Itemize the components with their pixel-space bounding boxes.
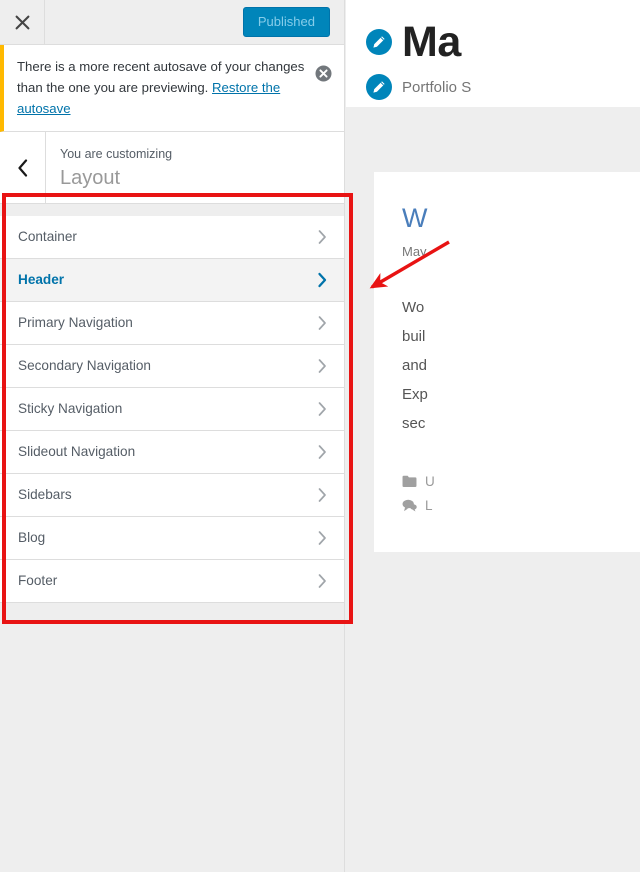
panel-eyebrow: You are customizing [60, 147, 173, 161]
panel-header: You are customizing Layout [0, 132, 344, 204]
chevron-right-icon [318, 316, 326, 330]
chevron-right-icon [318, 230, 326, 244]
edit-pencil-icon-site-title[interactable] [366, 29, 392, 55]
preview-excerpt-line: buil [402, 328, 426, 345]
panel-title-block: You are customizing Layout [46, 132, 344, 203]
autosave-notice: There is a more recent autosave of your … [0, 45, 344, 132]
preview-post-excerpt: Wo buil and Exp sec [402, 293, 640, 438]
preview-title-row: Ma [366, 18, 640, 66]
section-item-label: Header [18, 272, 65, 287]
customizer-section-list: Container Header Primary Navigation Seconda… [0, 204, 344, 603]
section-item-sticky-navigation[interactable]: Sticky Navigation [0, 388, 344, 431]
site-preview: Ma Portfolio S W May Wo buil and Exp sec [346, 0, 640, 872]
chevron-right-icon [318, 272, 327, 288]
preview-post-title[interactable]: W [402, 202, 640, 234]
preview-excerpt-line: and [402, 357, 428, 374]
section-list-footer [0, 603, 344, 635]
preview-site-header: Ma Portfolio S [346, 0, 640, 107]
customizer-sidebar: Published There is a more recent autosav… [0, 0, 345, 872]
section-item-label: Blog [18, 530, 46, 545]
section-item-label: Primary Navigation [18, 315, 133, 330]
section-item-label: Secondary Navigation [18, 358, 151, 373]
preview-excerpt-line: Wo [402, 299, 425, 316]
close-icon[interactable] [0, 0, 45, 44]
folder-icon [402, 475, 417, 487]
preview-post-category: U [402, 474, 640, 489]
autosave-notice-text: There is a more recent autosave of your … [17, 56, 310, 119]
section-item-footer[interactable]: Footer [0, 560, 344, 603]
chevron-right-icon [318, 574, 326, 588]
preview-body: W May Wo buil and Exp sec U L [346, 107, 640, 872]
preview-excerpt-line: Exp [402, 386, 428, 403]
dismiss-notice-icon[interactable] [315, 65, 332, 82]
section-item-header[interactable]: Header [0, 259, 344, 302]
preview-post-comments: L [402, 498, 640, 513]
section-item-blog[interactable]: Blog [0, 517, 344, 560]
section-item-secondary-navigation[interactable]: Secondary Navigation [0, 345, 344, 388]
preview-site-title: Ma [402, 18, 461, 66]
comment-icon [402, 499, 417, 512]
section-item-primary-navigation[interactable]: Primary Navigation [0, 302, 344, 345]
section-item-container[interactable]: Container [0, 216, 344, 259]
section-item-label: Container [18, 229, 77, 244]
section-item-sidebars[interactable]: Sidebars [0, 474, 344, 517]
section-item-label: Sidebars [18, 487, 72, 502]
preview-post-meta: U L [402, 474, 640, 513]
preview-post-comments-label[interactable]: L [425, 498, 433, 513]
preview-post-category-label[interactable]: U [425, 474, 435, 489]
chevron-right-icon [318, 402, 326, 416]
publish-button[interactable]: Published [242, 7, 330, 37]
page-title: Layout [60, 167, 121, 189]
chevron-right-icon [318, 359, 326, 373]
section-item-label: Slideout Navigation [18, 444, 136, 459]
preview-tagline: Portfolio S [402, 78, 472, 96]
section-item-slideout-navigation[interactable]: Slideout Navigation [0, 431, 344, 474]
chevron-right-icon [318, 488, 326, 502]
back-chevron-icon[interactable] [0, 132, 46, 203]
preview-post-card: W May Wo buil and Exp sec U L [374, 172, 640, 552]
customizer-screen: Published There is a more recent autosav… [0, 0, 640, 872]
customizer-topbar: Published [0, 0, 344, 45]
section-item-label: Footer [18, 573, 58, 588]
preview-post-date: May [402, 244, 427, 259]
edit-pencil-icon-tagline[interactable] [366, 74, 392, 100]
preview-excerpt-line: sec [402, 415, 426, 432]
preview-tagline-row: Portfolio S [366, 74, 640, 100]
section-item-label: Sticky Navigation [18, 401, 123, 416]
chevron-right-icon [318, 531, 326, 545]
chevron-right-icon [318, 445, 326, 459]
